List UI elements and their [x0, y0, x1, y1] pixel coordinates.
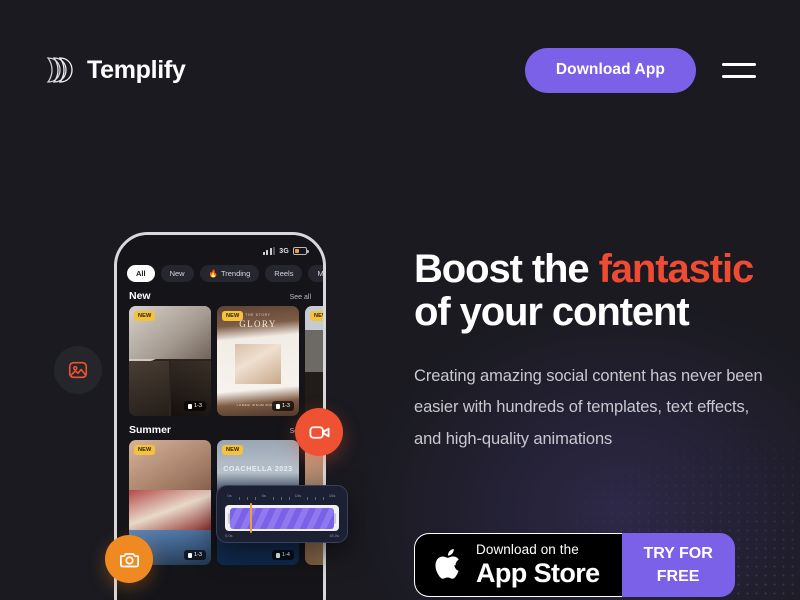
chip-label: Mo	[317, 269, 323, 278]
chip-label: Reels	[274, 269, 294, 278]
new-badge: NEW	[310, 311, 323, 321]
ruler-label: 0s	[227, 493, 232, 498]
chip-reels[interactable]: Reels	[265, 265, 303, 282]
page-title: Boost the fantastic of your content	[414, 248, 764, 334]
ruler-label: 5s	[261, 493, 266, 498]
chip-trending[interactable]: 🔥 Trending	[199, 265, 260, 282]
video-clip[interactable]	[230, 507, 334, 529]
template-card[interactable]: NEW	[305, 306, 323, 416]
hamburger-line	[722, 74, 756, 78]
camera-icon	[119, 552, 139, 567]
hero-copy: Boost the fantastic of your content Creat…	[414, 248, 764, 456]
start-time: 0.0s	[225, 533, 233, 538]
count-badge: 1-3	[183, 550, 206, 560]
chip-all[interactable]: All	[127, 265, 155, 282]
section-title: Summer	[129, 424, 172, 436]
site-header: Templify Download App	[0, 0, 800, 140]
chip-label: Trending	[220, 269, 251, 278]
app-store-text: Download on the App Store	[476, 543, 600, 587]
see-all-link[interactable]: See all	[290, 294, 311, 301]
ruler-label: 15s	[328, 493, 336, 498]
stacked-pages-icon	[46, 57, 73, 83]
playhead[interactable]	[250, 503, 253, 533]
card-image	[129, 306, 211, 416]
timeline-editor-overlay[interactable]: 0s 5s 10s 15s 0.0s 15.0s	[216, 485, 348, 543]
headline-part-2: of your content	[414, 289, 690, 334]
count-badge: 1-4	[271, 550, 294, 560]
new-badge: NEW	[222, 445, 244, 455]
card-inner-photo	[235, 344, 281, 384]
download-app-button[interactable]: Download App	[524, 47, 696, 93]
filter-chip-row: All New 🔥Trending Reels Mo	[117, 261, 323, 282]
apple-logo-icon	[435, 549, 459, 579]
video-tool-button[interactable]	[295, 408, 343, 456]
count-badge: 1-3	[183, 401, 206, 411]
app-store-small-label: Download on the	[476, 542, 579, 557]
template-card[interactable]: NEW 1-3	[129, 306, 211, 416]
trim-handle-right[interactable]	[334, 512, 336, 524]
card-title: COACHELLA 2023	[223, 466, 293, 473]
image-tool-button[interactable]	[54, 346, 102, 394]
video-camera-icon	[308, 425, 330, 439]
try-for-free-button[interactable]: TRY FOR FREE	[621, 533, 735, 597]
hero-paragraph: Creating amazing social content has neve…	[414, 366, 763, 448]
timeline-track[interactable]	[225, 503, 339, 533]
timeline-ruler: 0s 5s 10s 15s	[225, 493, 339, 502]
header-actions: Download App	[524, 47, 756, 93]
chip-new[interactable]: New	[160, 265, 194, 282]
camera-tool-button[interactable]	[105, 535, 153, 583]
card-image: THE STORY GLORY LOREM IPSUM DOLOR	[217, 306, 299, 416]
chip-label: All	[136, 269, 146, 278]
end-time: 15.0s	[329, 533, 339, 538]
brand-logo[interactable]: Templify	[44, 54, 186, 86]
ruler-label: 10s	[294, 493, 302, 498]
count-badge: 1-3	[271, 401, 294, 411]
section-title: New	[129, 290, 151, 302]
hamburger-menu-icon[interactable]	[722, 62, 756, 78]
signal-bars-icon	[262, 247, 276, 255]
section-header-new: New See all	[117, 282, 323, 306]
section-header-summer: Summer See all	[117, 416, 323, 440]
app-store-badge-button[interactable]: Download on the App Store	[414, 533, 622, 597]
image-icon	[68, 361, 88, 379]
network-label: 3G	[279, 247, 289, 255]
timeline-times: 0.0s 15.0s	[225, 533, 339, 538]
cta-button-group: Download on the App Store TRY FOR FREE	[414, 533, 735, 597]
headline-accent: fantastic	[598, 247, 755, 291]
new-badge: NEW	[134, 445, 156, 455]
battery-low-icon	[293, 247, 309, 255]
phone-status-bar: 3G	[117, 235, 323, 261]
chip-more[interactable]: Mo	[308, 265, 323, 282]
hamburger-line	[722, 62, 756, 66]
app-store-big-label: App Store	[476, 557, 600, 588]
chip-label: New	[169, 269, 185, 278]
headline-part-1: Boost the	[414, 247, 599, 291]
new-badge: NEW	[134, 311, 156, 321]
phone-mockup: 3G All New 🔥Trending Reels Mo New See al…	[54, 232, 348, 600]
fire-icon: 🔥	[208, 269, 218, 278]
new-badge: NEW	[222, 311, 244, 321]
template-card[interactable]: THE STORY GLORY LOREM IPSUM DOLOR NEW 1-…	[217, 306, 299, 416]
template-rail-new[interactable]: NEW 1-3 THE STORY GLORY LOREM IPSUM DOLO…	[117, 306, 323, 416]
card-image	[305, 306, 323, 416]
brand-name: Templify	[87, 55, 186, 84]
